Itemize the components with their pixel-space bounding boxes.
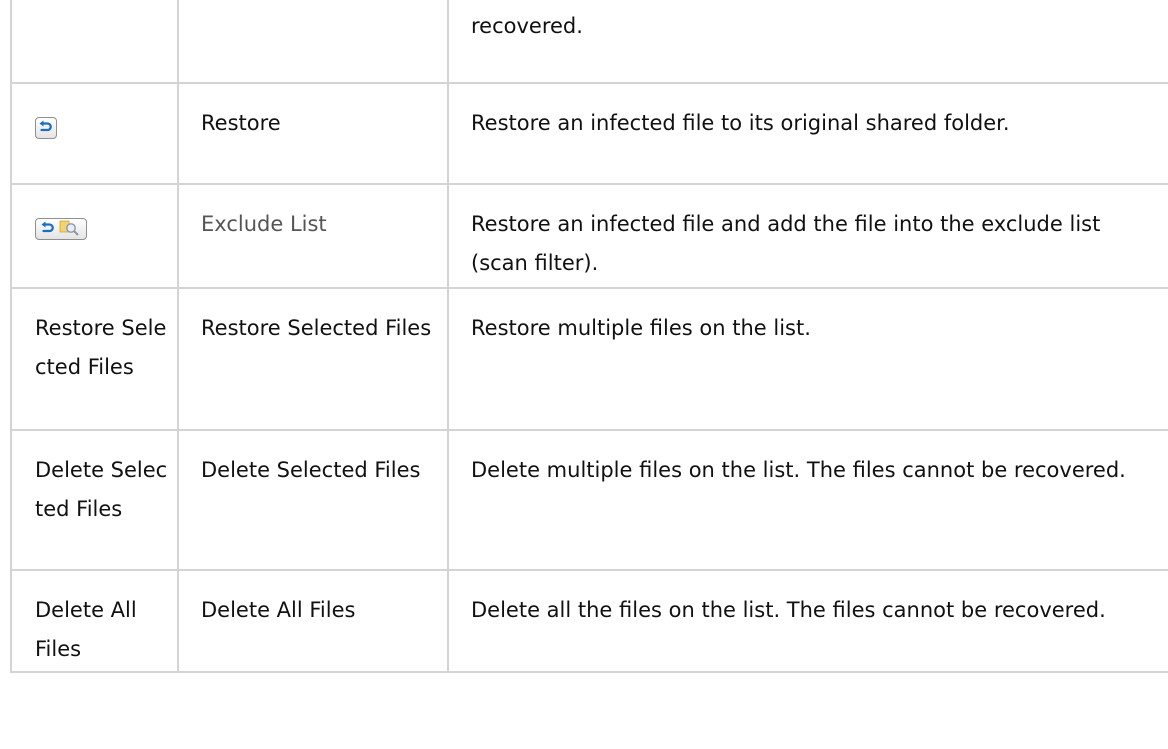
label-cell: Delete Selected Files (177, 429, 449, 571)
table-row: Delete All Files Delete All Files Delete… (10, 569, 1168, 673)
label-cell (177, 0, 449, 84)
table-row: Restore Selected Files Restore Selected … (10, 287, 1168, 431)
table-row: Restore Restore an infected file to its … (10, 82, 1168, 185)
table-row: recovered. (10, 0, 1168, 84)
restore-icon[interactable] (35, 116, 57, 139)
description-cell: Restore multiple files on the list. (447, 287, 1168, 431)
description-cell: Restore an infected file to its original… (447, 82, 1168, 185)
help-table: recovered. Restore Restore an infected f… (10, 0, 1168, 673)
button-cell (10, 0, 179, 84)
button-cell (10, 183, 179, 289)
button-cell (10, 82, 179, 185)
description-cell: recovered. (447, 0, 1168, 84)
description-cell: Restore an infected file and add the fil… (447, 183, 1168, 289)
button-cell: Delete Selected Files (10, 429, 179, 571)
table-row: Exclude List Restore an infected file an… (10, 183, 1168, 289)
description-cell: Delete all the files on the list. The fi… (447, 569, 1168, 673)
restore-exclude-icon[interactable] (35, 217, 87, 240)
label-cell: Delete All Files (177, 569, 449, 673)
button-cell: Delete All Files (10, 569, 179, 673)
label-cell: Exclude List (177, 183, 449, 289)
button-cell: Restore Selected Files (10, 287, 179, 431)
table-row: Delete Selected Files Delete Selected Fi… (10, 429, 1168, 571)
label-cell: Restore (177, 82, 449, 185)
description-cell: Delete multiple files on the list. The f… (447, 429, 1168, 571)
label-cell: Restore Selected Files (177, 287, 449, 431)
